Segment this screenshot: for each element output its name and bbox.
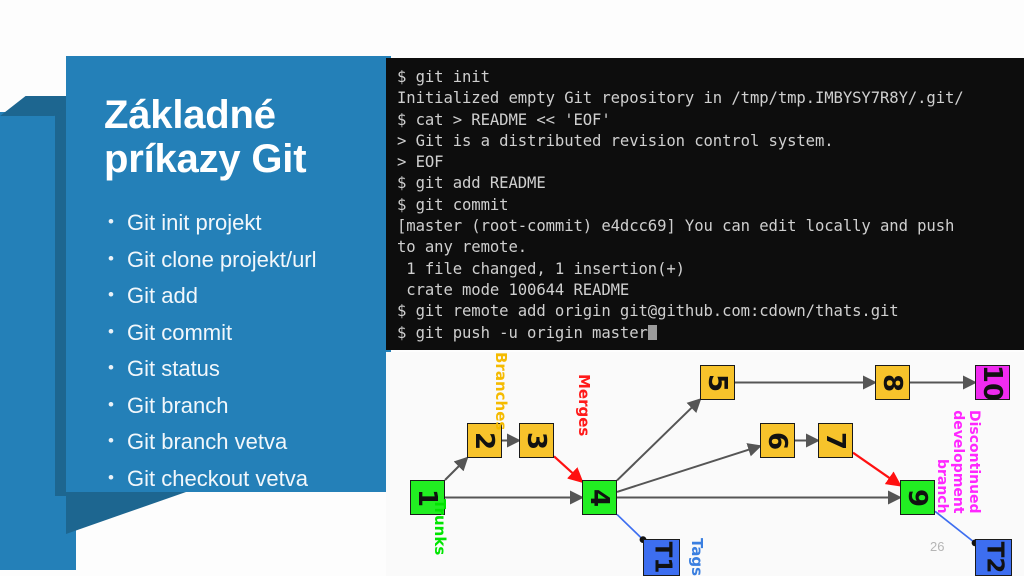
- commit-node-3: 3: [519, 423, 554, 458]
- annotation-line-2: development: [950, 410, 966, 514]
- page-title: Základné príkazy Git: [104, 93, 404, 181]
- commit-node-10: 10: [975, 364, 1010, 401]
- commit-node-6: 6: [760, 423, 795, 458]
- commit-node-label: 3: [521, 431, 552, 450]
- annotation-line-1: Discontinued: [966, 410, 982, 514]
- commit-node-7: 7: [818, 423, 853, 458]
- terminal-output: $ git init Initialized empty Git reposit…: [397, 68, 964, 342]
- list-item: Git status: [108, 350, 398, 388]
- terminal-window: $ git init Initialized empty Git reposit…: [386, 58, 1024, 350]
- diagram-edge: [616, 443, 762, 493]
- slide-canvas: Základné príkazy Git Git init projekt Gi…: [0, 0, 1024, 576]
- list-item: Git checkout vetva: [108, 460, 398, 498]
- commit-node-label: 7: [820, 431, 851, 450]
- list-item: Git branch: [108, 387, 398, 425]
- diagram-label-merges: Merges: [575, 374, 593, 437]
- bullet-list: Git init projekt Git clone projekt/url G…: [108, 204, 398, 498]
- git-branching-diagram: 1 2 3 4 5 6 7 8 9 10 T1 T2 Trunks Branches Merges Tags…: [386, 352, 1024, 576]
- diagram-label-branches: Branches: [492, 352, 510, 431]
- list-item: Git commit: [108, 314, 398, 352]
- diagram-label-trunks: Trunks: [431, 499, 449, 556]
- commit-node-label: 10: [977, 364, 1008, 401]
- annotation-line-3: branch: [934, 458, 950, 514]
- diagram-edge: [553, 455, 584, 484]
- commit-node-label: 5: [702, 373, 733, 392]
- commit-node-label: 8: [877, 373, 908, 392]
- commit-node-9: 9: [900, 480, 935, 515]
- diagram-edge: [444, 456, 469, 481]
- commit-node-label: 4: [584, 488, 615, 507]
- commit-node-label: T2: [980, 541, 1007, 574]
- commit-node-t1: T1: [643, 539, 680, 576]
- list-item: Git init projekt: [108, 204, 398, 242]
- commit-node-8: 8: [875, 365, 910, 400]
- commit-node-label: 6: [762, 431, 793, 450]
- commit-node-5: 5: [700, 365, 735, 400]
- list-item: Git branch vetva: [108, 423, 398, 461]
- commit-node-label: 9: [902, 488, 933, 507]
- list-item: Git clone projekt/url: [108, 241, 398, 279]
- diagram-label-tags: Tags: [688, 538, 706, 576]
- commit-node-t2: T2: [975, 539, 1012, 576]
- slide-number: 26: [930, 539, 945, 554]
- diagram-edge: [852, 451, 902, 487]
- commit-node-4: 4: [582, 480, 617, 515]
- content-panel-shadow: [66, 492, 186, 534]
- page-title-line1: Základné: [104, 93, 276, 137]
- diagram-annotation-discontinued-branch: Discontinued development branch: [934, 410, 982, 514]
- commit-node-label: T1: [648, 541, 675, 574]
- terminal-cursor: [647, 324, 657, 340]
- page-title-line2: príkazy Git: [104, 137, 307, 181]
- commit-node-label: 2: [469, 431, 500, 450]
- diagram-edge: [616, 513, 644, 541]
- list-item: Git add: [108, 277, 398, 315]
